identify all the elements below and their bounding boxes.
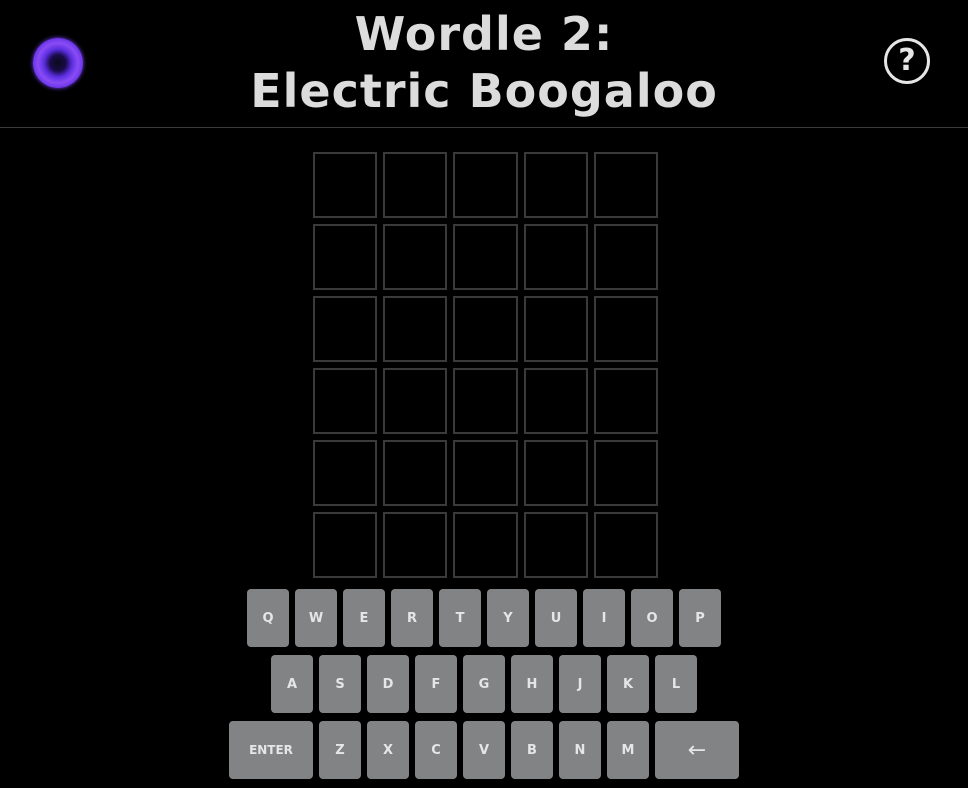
page-title: Wordle 2: Electric Boogaloo — [0, 6, 968, 120]
board-row — [313, 296, 659, 362]
key-f[interactable]: F — [415, 655, 457, 713]
board-tile — [523, 296, 588, 362]
board-tile — [383, 296, 448, 362]
title-line-1: Wordle 2: — [354, 7, 614, 61]
help-icon[interactable]: ? — [884, 38, 930, 84]
board-tile — [383, 224, 448, 290]
key-i[interactable]: I — [583, 589, 625, 647]
board-tile — [593, 296, 659, 362]
key-m[interactable]: M — [607, 721, 649, 779]
key-v[interactable]: V — [463, 721, 505, 779]
key-c[interactable]: C — [415, 721, 457, 779]
board-tile — [383, 512, 448, 578]
header: Wordle 2: Electric Boogaloo ? — [0, 0, 968, 128]
title-line-2: Electric Boogaloo — [250, 64, 718, 118]
key-w[interactable]: W — [295, 589, 337, 647]
key-b[interactable]: B — [511, 721, 553, 779]
key-l[interactable]: L — [655, 655, 697, 713]
key-o[interactable]: O — [631, 589, 673, 647]
board-tile — [383, 368, 448, 434]
board-tile — [313, 440, 378, 506]
board-tile — [313, 512, 378, 578]
board-tile — [383, 152, 448, 218]
board-tile — [453, 440, 518, 506]
game-board — [313, 152, 659, 584]
board-row — [313, 512, 659, 578]
key-z[interactable]: Z — [319, 721, 361, 779]
backspace-icon[interactable]: ← — [655, 721, 739, 779]
board-tile — [593, 224, 659, 290]
wordle-page: Wordle 2: Electric Boogaloo ? QWERTYUIOP… — [0, 0, 968, 788]
board-tile — [593, 368, 659, 434]
key-x[interactable]: X — [367, 721, 409, 779]
key-d[interactable]: D — [367, 655, 409, 713]
keyboard: QWERTYUIOP ASDFGHJKL ENTER Z X C V B N M ← — [0, 589, 968, 787]
key-g[interactable]: G — [463, 655, 505, 713]
board-tile — [453, 296, 518, 362]
key-a[interactable]: A — [271, 655, 313, 713]
key-e[interactable]: E — [343, 589, 385, 647]
key-u[interactable]: U — [535, 589, 577, 647]
board-row — [313, 440, 659, 506]
keyboard-row-2: ASDFGHJKL — [0, 655, 968, 713]
keyboard-row-1: QWERTYUIOP — [0, 589, 968, 647]
board-tile — [523, 512, 588, 578]
board-row — [313, 368, 659, 434]
key-h[interactable]: H — [511, 655, 553, 713]
board-row — [313, 152, 659, 218]
key-t[interactable]: T — [439, 589, 481, 647]
board-tile — [313, 368, 378, 434]
key-q[interactable]: Q — [247, 589, 289, 647]
board-tile — [523, 440, 588, 506]
board-tile — [453, 224, 518, 290]
board-tile — [313, 224, 378, 290]
key-r[interactable]: R — [391, 589, 433, 647]
board-tile — [523, 368, 588, 434]
key-p[interactable]: P — [679, 589, 721, 647]
keyboard-row-3: ENTER Z X C V B N M ← — [0, 721, 968, 779]
board-tile — [313, 152, 378, 218]
key-k[interactable]: K — [607, 655, 649, 713]
board-tile — [383, 440, 448, 506]
board-tile — [453, 512, 518, 578]
enter-key[interactable]: ENTER — [229, 721, 313, 779]
board-tile — [523, 224, 588, 290]
board-tile — [453, 152, 518, 218]
board-tile — [593, 440, 659, 506]
key-s[interactable]: S — [319, 655, 361, 713]
board-tile — [593, 512, 659, 578]
board-tile — [313, 296, 378, 362]
key-n[interactable]: N — [559, 721, 601, 779]
board-row — [313, 224, 659, 290]
key-y[interactable]: Y — [487, 589, 529, 647]
key-j[interactable]: J — [559, 655, 601, 713]
board-tile — [453, 368, 518, 434]
board-tile — [523, 152, 588, 218]
board-tile — [593, 152, 659, 218]
